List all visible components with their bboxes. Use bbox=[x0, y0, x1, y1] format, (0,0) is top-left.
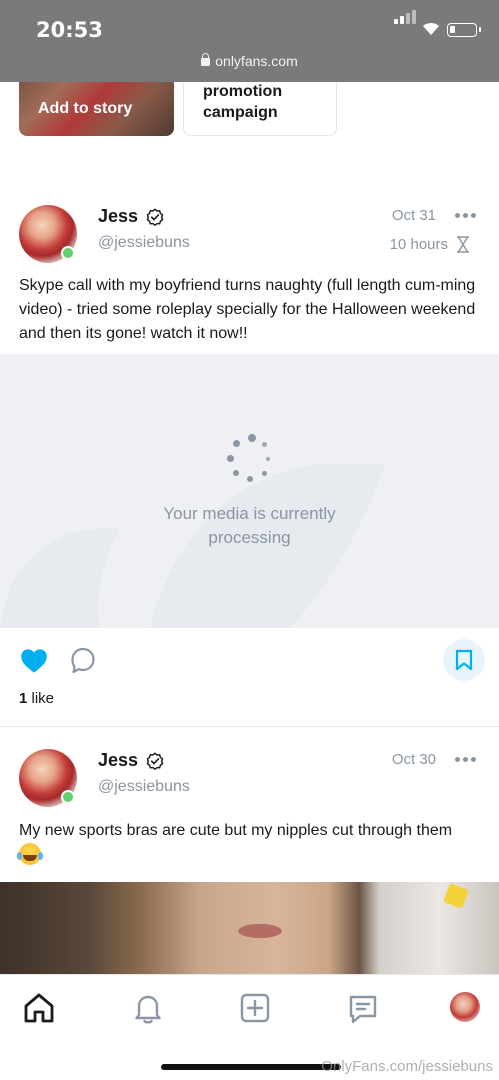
add-to-story-label: Add to story bbox=[38, 100, 133, 117]
watermark-logo-shape bbox=[0, 464, 385, 628]
bookmark-icon bbox=[455, 649, 473, 671]
verified-icon bbox=[146, 208, 164, 226]
more-options-icon[interactable] bbox=[455, 213, 477, 219]
post-divider bbox=[0, 726, 499, 727]
laughing-emoji-icon bbox=[17, 843, 41, 865]
status-bar: 20:53 onlyfans.com bbox=[0, 0, 499, 82]
messages-icon[interactable] bbox=[346, 991, 380, 1025]
heart-icon[interactable] bbox=[20, 648, 48, 674]
bell-icon[interactable] bbox=[131, 991, 165, 1025]
post-date: Oct 31 bbox=[391, 207, 436, 224]
online-indicator bbox=[61, 790, 75, 804]
more-options-icon[interactable] bbox=[455, 757, 477, 763]
address-url: onlyfans.com bbox=[215, 53, 298, 69]
post-text: Skype call with my boyfriend turns naugh… bbox=[19, 277, 476, 342]
add-post-icon[interactable] bbox=[238, 991, 272, 1025]
author-name[interactable]: Jess bbox=[98, 206, 138, 227]
home-indicator[interactable] bbox=[161, 1064, 341, 1070]
media-processing-message: Your media is currently processing bbox=[163, 504, 336, 547]
verified-icon bbox=[146, 752, 164, 770]
expiration-label: 10 hours bbox=[389, 236, 448, 253]
status-time: 20:53 bbox=[36, 18, 103, 42]
loading-spinner-icon bbox=[222, 430, 278, 486]
lock-icon bbox=[201, 53, 211, 66]
profile-avatar[interactable] bbox=[450, 992, 480, 1022]
address-bar[interactable]: onlyfans.com bbox=[0, 53, 499, 69]
author-handle[interactable]: @jessiebuns bbox=[98, 234, 190, 252]
author-name[interactable]: Jess bbox=[98, 750, 138, 771]
post-photo[interactable] bbox=[0, 882, 499, 974]
likes-count[interactable]: 1 like bbox=[19, 690, 54, 707]
post-date: Oct 30 bbox=[391, 751, 436, 768]
online-indicator bbox=[61, 246, 75, 260]
bookmark-button[interactable] bbox=[443, 639, 485, 681]
media-placeholder[interactable] bbox=[0, 354, 499, 628]
hourglass-icon bbox=[457, 236, 469, 253]
wifi-icon bbox=[423, 22, 439, 35]
battery-icon bbox=[447, 23, 481, 37]
comment-icon[interactable] bbox=[70, 647, 96, 675]
author-handle[interactable]: @jessiebuns bbox=[98, 778, 190, 796]
home-icon[interactable] bbox=[22, 991, 56, 1025]
promotion-campaign-label: promotion campaign bbox=[203, 83, 283, 121]
watermark-text: OnlyFans.com/jessiebuns bbox=[321, 1058, 493, 1075]
post-text: My new sports bras are cute but my nippl… bbox=[17, 819, 481, 869]
